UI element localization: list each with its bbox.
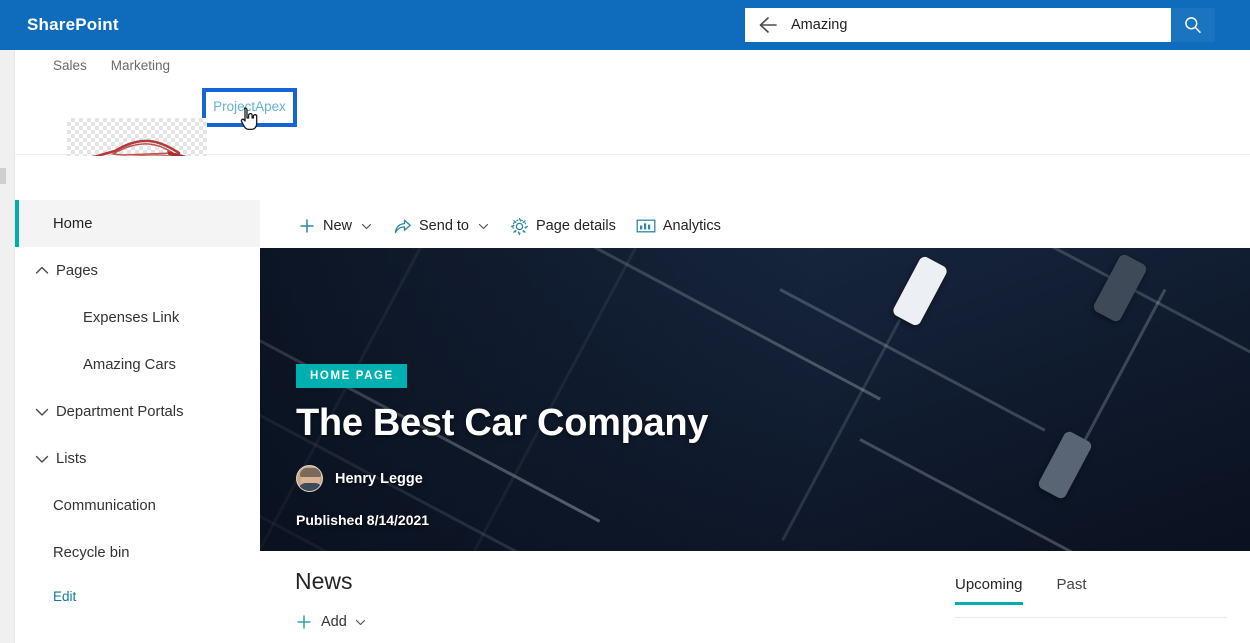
sidebar-item-communication[interactable]: Communication	[15, 482, 260, 529]
chevron-down-icon[interactable]	[354, 616, 367, 629]
hero-banner[interactable]: HOME PAGE The Best Car Company Henry Leg…	[260, 248, 1250, 551]
analytics-button[interactable]: Analytics	[626, 204, 731, 248]
site-navigation: Home Pages Expenses Link Amazing Cars De…	[15, 200, 260, 643]
sidebar-edit-link[interactable]: Edit	[15, 576, 260, 616]
search-button[interactable]	[1171, 8, 1215, 42]
new-button[interactable]: New	[260, 204, 383, 248]
author-name: Henry Legge	[335, 470, 423, 487]
sidebar-item-home[interactable]: Home	[15, 200, 260, 247]
news-add-label: Add	[321, 614, 347, 630]
sidebar-item-lists[interactable]: Lists	[15, 435, 260, 482]
page-details-button[interactable]: Page details	[500, 204, 626, 248]
news-add-button[interactable]: Add	[260, 613, 820, 631]
sidebar-item-label: Pages	[56, 262, 98, 279]
sharepoint-page: SharePoint Amazing Sales Marketing Proje…	[0, 0, 1250, 643]
mini-tab-sales[interactable]: Sales	[53, 51, 101, 80]
sidebar-item-label: Department Portals	[56, 403, 184, 420]
sidebar-item-label: Edit	[53, 588, 77, 604]
hero-title: The Best Car Company	[296, 402, 709, 444]
chevron-up-icon[interactable]	[31, 260, 53, 282]
send-to-label: Send to	[419, 218, 470, 234]
chevron-down-icon[interactable]	[31, 448, 53, 470]
analytics-icon	[636, 217, 656, 235]
new-button-label: New	[323, 218, 353, 234]
hero-car-white	[891, 254, 949, 328]
sidebar-item-department-portals[interactable]: Department Portals	[15, 388, 260, 435]
send-to-button[interactable]: Send to	[383, 204, 500, 248]
events-section: Upcoming Past	[955, 576, 1245, 618]
site-content-area: Home Pages Expenses Link Amazing Cars De…	[15, 156, 1250, 643]
news-heading: News	[295, 568, 353, 594]
search-icon	[1185, 17, 1201, 33]
upper-preview-pane: Sales Marketing ProjectApex	[15, 50, 1250, 186]
back-arrow-icon[interactable]	[755, 14, 781, 36]
mouse-cursor-hand-icon	[239, 106, 261, 137]
hero-byline: Henry Legge	[296, 465, 708, 492]
chevron-down-icon[interactable]	[360, 220, 373, 233]
tab-past[interactable]: Past	[1057, 576, 1087, 605]
hero-content: HOME PAGE The Best Car Company Henry Leg…	[296, 364, 708, 528]
rail-scroll-thumb[interactable]	[0, 168, 6, 184]
hero-car-dark-2	[1036, 429, 1094, 501]
published-date: Published 8/14/2021	[296, 512, 430, 528]
search-box[interactable]	[745, 8, 1171, 42]
search-area	[745, 8, 1215, 42]
suite-header: SharePoint	[0, 0, 1250, 50]
sidebar-item-label: Expenses Link	[83, 309, 180, 326]
sidebar-item-expenses-link[interactable]: Expenses Link	[15, 294, 260, 341]
tab-upcoming[interactable]: Upcoming	[955, 576, 1023, 605]
news-section: News Add	[260, 568, 820, 631]
mini-tab-marketing[interactable]: Marketing	[101, 51, 184, 80]
sidebar-item-label: Amazing Cars	[83, 356, 176, 373]
plus-icon	[295, 613, 313, 631]
author-avatar	[296, 465, 323, 492]
sidebar-item-pages[interactable]: Pages	[15, 247, 260, 294]
sharepoint-brand[interactable]: SharePoint	[27, 15, 119, 35]
sidebar-item-label: Communication	[53, 497, 156, 514]
left-rail	[0, 50, 15, 643]
page-details-label: Page details	[536, 218, 616, 234]
events-divider	[955, 617, 1227, 618]
sidebar-item-recycle-bin[interactable]: Recycle bin	[15, 529, 260, 576]
sidebar-item-label: Home	[53, 215, 93, 232]
chevron-down-icon[interactable]	[31, 401, 53, 423]
plus-icon	[298, 217, 316, 235]
analytics-label: Analytics	[662, 218, 721, 234]
sidebar-item-label: Recycle bin	[53, 544, 130, 561]
hero-badge: HOME PAGE	[296, 364, 407, 388]
mini-tab-strip: Sales Marketing	[53, 51, 184, 80]
sidebar-item-amazing-cars[interactable]: Amazing Cars	[15, 341, 260, 388]
chevron-down-icon[interactable]	[477, 220, 490, 233]
events-tab-strip: Upcoming Past	[955, 576, 1245, 605]
page-command-bar: New Send to Page details Analytics	[260, 204, 1250, 248]
search-input[interactable]	[791, 13, 1171, 37]
share-icon	[393, 217, 412, 235]
sidebar-item-label: Lists	[56, 450, 87, 467]
gear-icon	[510, 217, 529, 236]
hero-car-dark-1	[1091, 252, 1149, 324]
